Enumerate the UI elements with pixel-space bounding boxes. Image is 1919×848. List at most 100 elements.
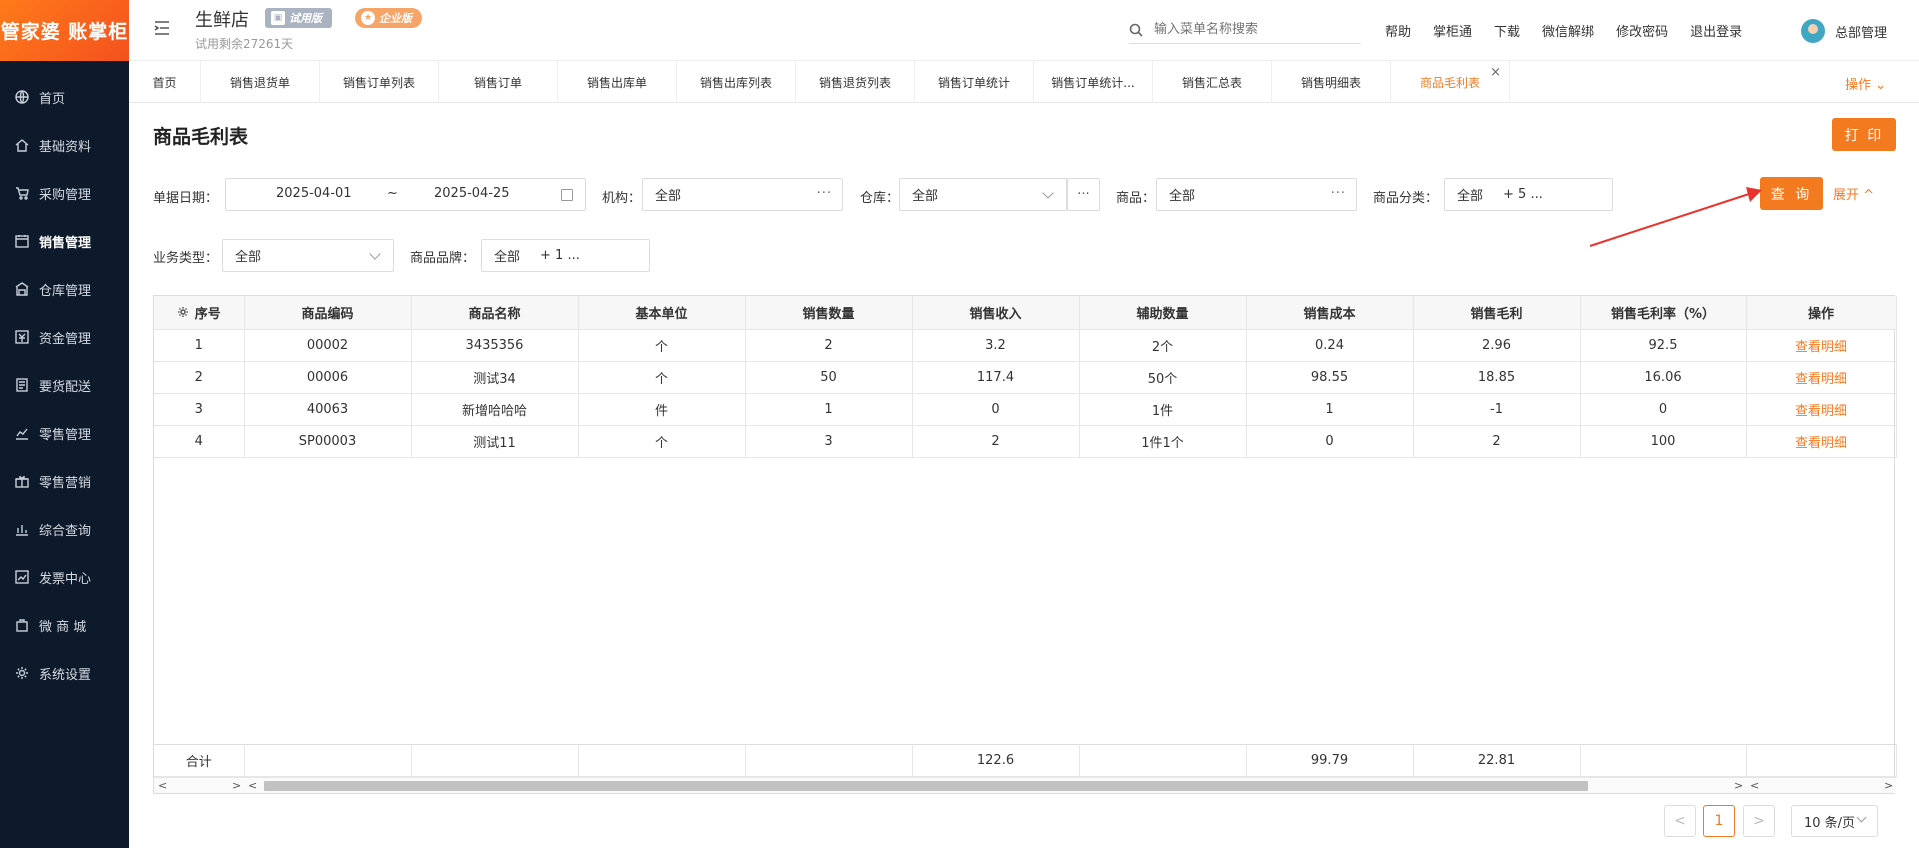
scrollbar-thumb[interactable] <box>264 781 1588 791</box>
column-header-margin[interactable]: 销售毛利率（%） <box>1580 296 1747 330</box>
sidebar-item-label: 资金管理 <box>39 331 92 347</box>
tab-sales-order-list[interactable]: 销售订单列表 <box>320 61 439 103</box>
sidebar-item-warehouse[interactable]: 仓库管理 <box>0 265 129 313</box>
menu-toggle-icon[interactable] <box>153 19 171 37</box>
cell-revenue: 2 <box>912 425 1080 458</box>
sidebar-item-purchase[interactable]: 采购管理 <box>0 169 129 217</box>
tab-sales-summary[interactable]: 销售汇总表 <box>1153 61 1272 103</box>
sidebar-item-sales[interactable]: 销售管理 <box>0 217 129 265</box>
tab-sales-order[interactable]: 销售订单 <box>439 61 558 103</box>
column-header-actions: 操作 <box>1746 296 1897 330</box>
download-link[interactable]: 下载 <box>1494 21 1520 40</box>
next-page-button[interactable]: > <box>1743 805 1775 837</box>
operations-dropdown[interactable]: 操作 ⌄ <box>1845 74 1886 93</box>
sidebar-item-funds[interactable]: 资金管理 <box>0 313 129 361</box>
view-detail-link[interactable]: 查看明细 <box>1795 340 1847 355</box>
total-gross-profit: 22.81 <box>1413 744 1581 777</box>
sidebar-item-home[interactable]: 首页 <box>0 73 129 121</box>
column-header-aux-qty[interactable]: 辅助数量 <box>1079 296 1247 330</box>
prev-page-button[interactable]: < <box>1664 805 1696 837</box>
trial-badge-label: 试用版 <box>289 12 322 25</box>
sidebar-item-label: 首页 <box>39 91 66 107</box>
zhangguitong-link[interactable]: 掌柜通 <box>1433 21 1472 40</box>
sidebar-item-settings[interactable]: 系统设置 <box>0 649 129 697</box>
view-detail-link[interactable]: 查看明细 <box>1795 372 1847 387</box>
scroll-right-icon[interactable]: > <box>1884 779 1893 792</box>
cell-aux-qty: 1件1个 <box>1079 425 1247 458</box>
column-header-unit[interactable]: 基本单位 <box>578 296 746 330</box>
cell-unit: 个 <box>578 329 746 362</box>
product-select[interactable]: 全部 ··· <box>1156 178 1357 211</box>
close-icon[interactable]: × <box>1490 65 1501 80</box>
scroll-left-icon[interactable]: < <box>248 779 257 792</box>
table-row: 4 SP00003 测试11 个 3 2 1件1个 0 2 100 查看明细 <box>154 425 1897 458</box>
sidebar-item-label: 零售管理 <box>39 427 92 443</box>
sidebar-item-distribution[interactable]: 要货配送 <box>0 361 129 409</box>
warehouse-more-button[interactable]: ··· <box>1067 178 1100 211</box>
tab-sales-order-stats[interactable]: 销售订单统计 <box>915 61 1034 103</box>
biz-type-select[interactable]: 全部 <box>222 239 394 272</box>
date-start[interactable]: 2025-04-01 <box>276 186 352 201</box>
column-header-qty[interactable]: 销售数量 <box>745 296 913 330</box>
sidebar-item-basic-data[interactable]: 基础资料 <box>0 121 129 169</box>
tab-sales-return[interactable]: 销售退货单 <box>201 61 320 103</box>
tab-sales-return-list[interactable]: 销售退货列表 <box>796 61 915 103</box>
biz-type-value: 全部 <box>235 250 262 265</box>
brand-value: 全部 <box>494 250 521 265</box>
more-icon[interactable]: ··· <box>1331 186 1346 201</box>
scroll-left-icon[interactable]: < <box>158 779 167 792</box>
tab-sales-outbound-list[interactable]: 销售出库列表 <box>677 61 796 103</box>
page-1-button[interactable]: 1 <box>1703 805 1735 837</box>
user-menu[interactable]: 总部管理 <box>1801 19 1887 43</box>
expand-toggle[interactable]: 展开 ^ <box>1833 184 1874 203</box>
tab-sales-detail[interactable]: 销售明细表 <box>1272 61 1391 103</box>
page-size-select[interactable]: 10 条/页 <box>1791 805 1878 837</box>
date-end[interactable]: 2025-04-25 <box>434 186 510 201</box>
column-header-gross-profit[interactable]: 销售毛利 <box>1413 296 1581 330</box>
sidebar-item-mall[interactable]: 微 商 城 <box>0 601 129 649</box>
column-header-name[interactable]: 商品名称 <box>411 296 579 330</box>
scroll-right-icon[interactable]: > <box>1734 779 1743 792</box>
gross-profit-table: 序号 商品编码 商品名称 基本单位 销售数量 销售收入 辅助数量 销售成本 销售… <box>153 295 1897 794</box>
page-tabs: 首页 销售退货单 销售订单列表 销售订单 销售出库单 销售出库列表 销售退货列表… <box>129 61 1919 103</box>
cell-aux-qty: 1件 <box>1079 393 1247 426</box>
org-select[interactable]: 全部 ··· <box>642 178 843 211</box>
logout-link[interactable]: 退出登录 <box>1690 21 1742 40</box>
sidebar-item-label: 仓库管理 <box>39 283 92 299</box>
help-link[interactable]: 帮助 <box>1385 21 1411 40</box>
view-detail-link[interactable]: 查看明细 <box>1795 404 1847 419</box>
wechat-unbind-link[interactable]: 微信解绑 <box>1542 21 1594 40</box>
scroll-left-icon[interactable]: < <box>1750 779 1759 792</box>
horizontal-scrollbar[interactable]: < > < > < > <box>154 777 1896 793</box>
date-range-picker[interactable]: 2025-04-01 ~ 2025-04-25 <box>225 178 586 211</box>
menu-search-input[interactable] <box>1154 22 1344 37</box>
tab-sales-outbound[interactable]: 销售出库单 <box>558 61 677 103</box>
cell-name: 测试11 <box>411 425 579 458</box>
sidebar-item-retail-marketing[interactable]: 零售营销 <box>0 457 129 505</box>
column-header-code[interactable]: 商品编码 <box>244 296 412 330</box>
column-header-index[interactable]: 序号 <box>154 296 245 330</box>
total-row: 合计 122.6 99.79 22.81 <box>154 744 1897 777</box>
trend-icon <box>14 569 30 585</box>
cell-unit: 个 <box>578 425 746 458</box>
sidebar-item-retail[interactable]: 零售管理 <box>0 409 129 457</box>
print-button[interactable]: 打 印 <box>1832 118 1896 151</box>
change-password-link[interactable]: 修改密码 <box>1616 21 1668 40</box>
tab-home[interactable]: 首页 <box>129 61 201 103</box>
tab-sales-order-stats-2[interactable]: 销售订单统计... <box>1034 61 1153 103</box>
tab-product-gross-profit[interactable]: 商品毛利表 × <box>1391 61 1510 103</box>
cell-code: SP00003 <box>244 425 412 458</box>
sidebar-item-invoice[interactable]: 发票中心 <box>0 553 129 601</box>
gear-icon[interactable] <box>177 306 189 318</box>
view-detail-link[interactable]: 查看明细 <box>1795 436 1847 451</box>
column-header-cost[interactable]: 销售成本 <box>1246 296 1414 330</box>
cell-margin: 100 <box>1580 425 1747 458</box>
warehouse-select[interactable]: 全部 <box>899 178 1067 211</box>
brand-select[interactable]: 全部 + 1 ... <box>481 239 650 272</box>
sidebar-item-query[interactable]: 综合查询 <box>0 505 129 553</box>
column-header-revenue[interactable]: 销售收入 <box>912 296 1080 330</box>
more-icon[interactable]: ··· <box>817 186 832 201</box>
sidebar-item-label: 系统设置 <box>39 667 92 683</box>
scroll-right-icon[interactable]: > <box>232 779 241 792</box>
enterprise-badge: ★ 企业版 <box>355 8 422 28</box>
